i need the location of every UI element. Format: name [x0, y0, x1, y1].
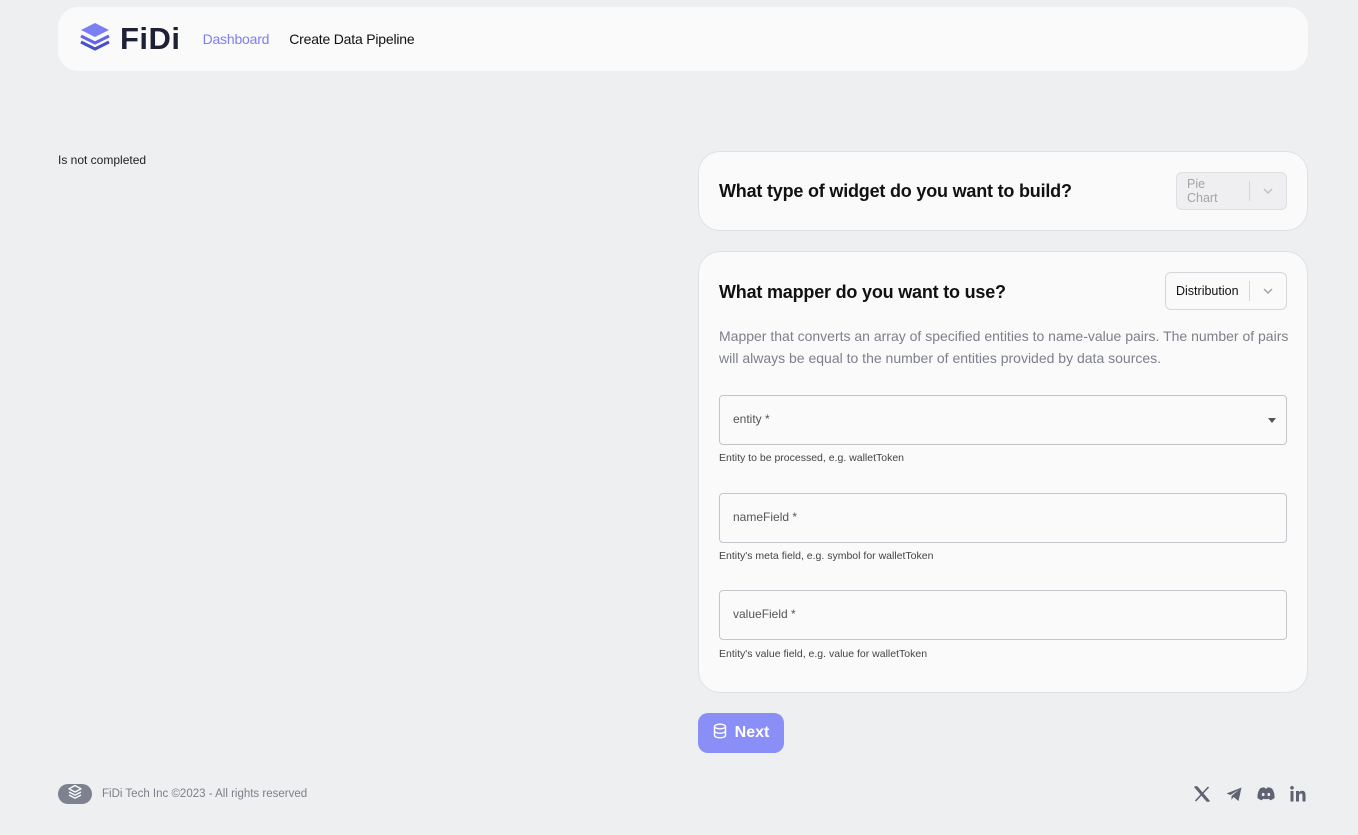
name-field-input[interactable]: nameField * [719, 493, 1287, 543]
entity-field-label: entity * [733, 412, 770, 426]
widget-type-title: What type of widget do you want to build… [719, 181, 1072, 201]
entity-select-field[interactable]: entity * [719, 395, 1287, 445]
entity-helper-text: Entity to be processed, e.g. walletToken [719, 452, 905, 464]
nav-create-pipeline-link[interactable]: Create Data Pipeline [289, 31, 414, 47]
footer-copyright: FiDi Tech Inc ©2023 - All rights reserve… [102, 788, 308, 800]
value-field-helper-text: Entity's value field, e.g. value for wal… [719, 648, 928, 660]
mapper-value: Distribution [1176, 284, 1239, 298]
widget-type-card: What type of widget do you want to build… [698, 151, 1308, 231]
name-field-helper-text: Entity's meta field, e.g. symbol for wal… [719, 550, 934, 562]
name-field-label: nameField * [733, 510, 798, 524]
linkedin-icon[interactable] [1288, 784, 1308, 804]
discord-icon[interactable] [1256, 784, 1276, 804]
footer-logo [58, 784, 92, 804]
layers-logo-icon [67, 784, 83, 805]
nav-dashboard-link[interactable]: Dashboard [203, 31, 270, 47]
mapper-title: What mapper do you want to use? [719, 282, 1006, 302]
brand-logo[interactable]: FiDi [78, 20, 181, 59]
widget-type-select[interactable]: Pie Chart [1176, 172, 1287, 210]
completion-status: Is not completed [58, 153, 147, 167]
value-field-label: valueField * [733, 607, 796, 621]
x-icon[interactable] [1192, 784, 1212, 804]
mapper-select[interactable]: Distribution [1165, 272, 1287, 310]
next-button[interactable]: Next [698, 713, 784, 753]
mapper-description: Mapper that converts an array of specifi… [719, 328, 1289, 366]
layers-logo-icon [78, 20, 112, 59]
value-field-input[interactable]: valueField * [719, 590, 1287, 640]
top-header: FiDi Dashboard Create Data Pipeline [58, 7, 1308, 71]
mapper-card: What mapper do you want to use? Distribu… [698, 251, 1308, 693]
chevron-down-icon [1250, 284, 1286, 298]
chevron-down-icon [1250, 184, 1286, 198]
telegram-icon[interactable] [1224, 784, 1244, 804]
widget-type-value: Pie Chart [1187, 177, 1218, 205]
next-button-label: Next [734, 724, 770, 741]
social-links [1192, 784, 1308, 804]
database-icon [713, 723, 727, 744]
brand-name: FiDi [120, 21, 181, 56]
dropdown-caret-icon [1268, 418, 1276, 423]
